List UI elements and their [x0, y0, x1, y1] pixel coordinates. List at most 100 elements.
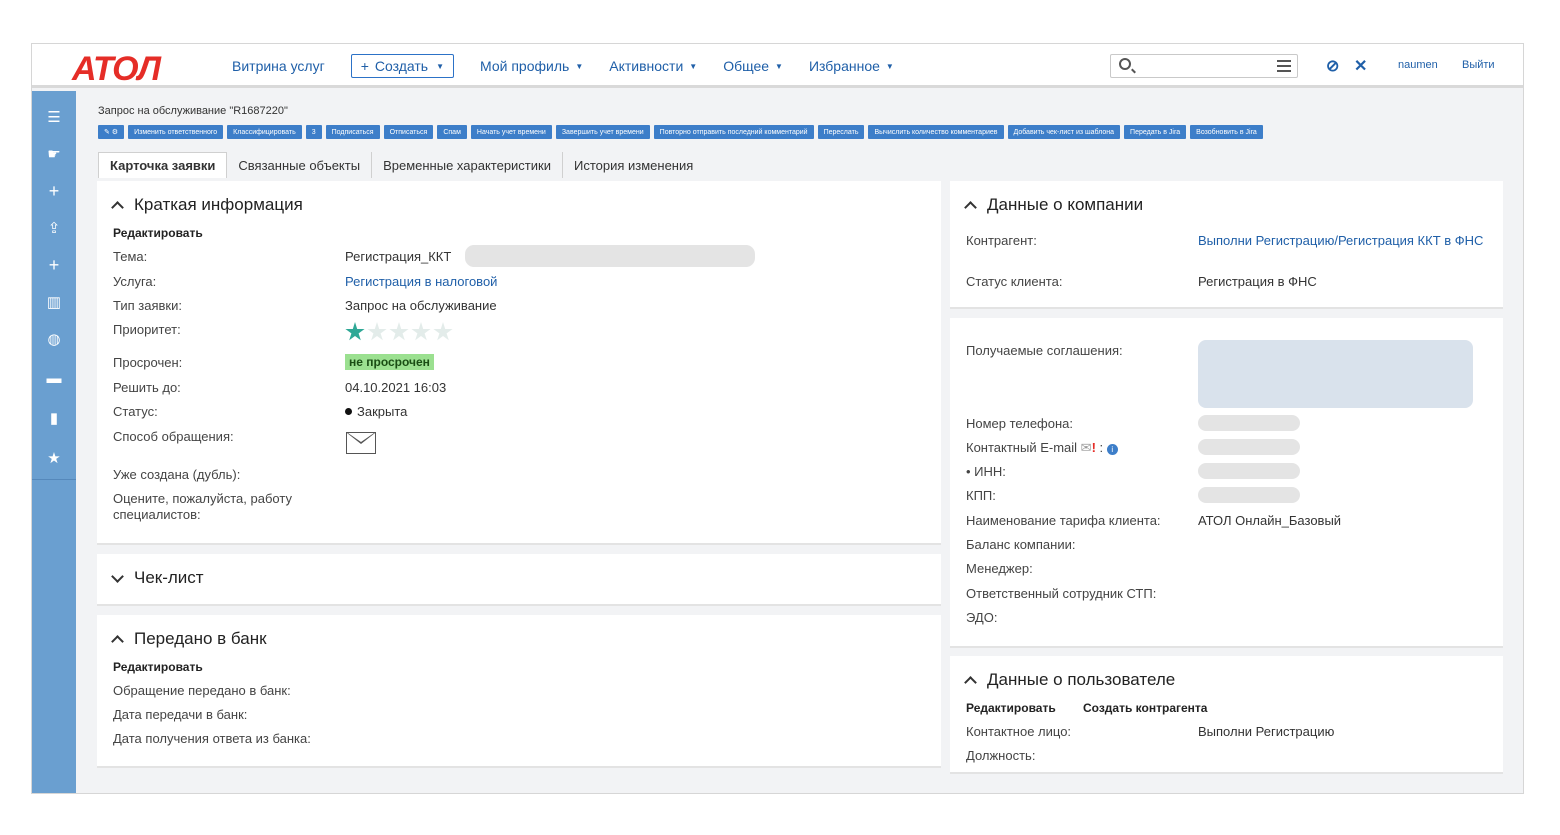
- left-sidebar: ☰ ☛ + ⇪ + ▥ ◍ ▬ ▮ ★: [32, 91, 76, 793]
- manager-label: Менеджер:: [966, 561, 1033, 576]
- eye-off-icon[interactable]: ⊘: [1326, 56, 1339, 76]
- type-value: Запрос на обслуживание: [345, 298, 497, 313]
- search-input[interactable]: [1139, 57, 1269, 75]
- status-dot-icon: [345, 408, 352, 415]
- subject-label: Тема:: [113, 249, 148, 264]
- atol-logo[interactable]: ATOЛ: [72, 50, 161, 89]
- toolbar-resume-jira-button[interactable]: Возобновить в Jira: [1190, 125, 1263, 139]
- bank-edit-link[interactable]: Редактировать: [113, 660, 203, 674]
- monitor-icon[interactable]: ▬: [32, 360, 76, 396]
- user-toggle[interactable]: Данные о пользователе: [964, 670, 1175, 690]
- toolbar-resend-comment-button[interactable]: Повторно отправить последний комментарий: [653, 125, 814, 139]
- brief-info-toggle[interactable]: Краткая информация: [111, 195, 303, 215]
- toolbar-count-comments-button[interactable]: Вычислить количество комментариев: [868, 125, 1004, 139]
- globe-icon[interactable]: ◍: [32, 321, 76, 357]
- subject-value: Регистрация_ККТ: [345, 249, 452, 264]
- overdue-label: Просрочен:: [113, 355, 183, 370]
- search-icon: [1119, 58, 1131, 70]
- tariff-label: Наименование тарифа клиента:: [966, 513, 1161, 528]
- priority-stars[interactable]: [345, 322, 453, 342]
- user-edit-link[interactable]: Редактировать: [966, 701, 1056, 715]
- toolbar-count-button[interactable]: 3: [305, 125, 322, 139]
- status-value: Закрыта: [345, 404, 407, 419]
- edo-label: ЭДО:: [966, 610, 998, 625]
- nav-my-profile[interactable]: Мой профиль ▼: [480, 58, 583, 74]
- user-name-link[interactable]: naumen: [1398, 59, 1438, 71]
- chevron-up-icon: [111, 200, 124, 214]
- export-icon[interactable]: ⇪: [32, 210, 76, 246]
- search-box: [1110, 54, 1298, 78]
- toolbar-add-checklist-button[interactable]: Добавить чек-лист из шаблона: [1007, 125, 1121, 139]
- toolbar-subscribe-button[interactable]: Подписаться: [325, 125, 380, 139]
- plus-icon[interactable]: +: [32, 173, 76, 209]
- email-envelope-icon: [346, 432, 376, 454]
- info-icon[interactable]: i: [1106, 444, 1118, 455]
- filter-settings-icon[interactable]: [1277, 60, 1291, 72]
- caret-down-icon: ▼: [775, 61, 783, 71]
- company-panel: Данные о компании Контрагент: Выполни Ре…: [950, 181, 1503, 309]
- inn-label: • ИНН:: [966, 464, 1006, 479]
- toolbar-edit-settings-button[interactable]: ✎ ⚙: [98, 125, 125, 139]
- book-icon[interactable]: ▮: [32, 400, 76, 436]
- bank-date-label: Дата передачи в банк:: [113, 707, 248, 722]
- rate-label: Оцените, пожалуйста, работу специалистов…: [113, 491, 292, 522]
- brief-edit-link[interactable]: Редактировать: [113, 226, 203, 240]
- pointer-icon[interactable]: ☛: [32, 136, 76, 172]
- kpp-redacted: [1198, 487, 1300, 503]
- tab-change-history[interactable]: История изменения: [563, 152, 704, 178]
- tab-time-characteristics[interactable]: Временные характеристики: [372, 152, 563, 178]
- breadcrumb: Запрос на обслуживание "R1687220": [98, 105, 288, 117]
- main-nav: Витрина услуг + Создать ▼ Мой профиль ▼ Акт…: [232, 44, 920, 88]
- top-header: ATOЛ Витрина услуг + Создать ▼ Мой профиль…: [32, 44, 1523, 88]
- priority-star-icon[interactable]: [389, 322, 409, 341]
- toolbar-send-jira-button[interactable]: Передать в Jira: [1124, 125, 1187, 139]
- phone-redacted: [1198, 415, 1300, 431]
- nav-showcase[interactable]: Витрина услуг: [232, 58, 325, 74]
- create-counterparty-link[interactable]: Создать контрагента: [1083, 701, 1207, 715]
- redacted-block: [465, 245, 755, 267]
- toolbar-classify-button[interactable]: Классифицировать: [227, 125, 302, 139]
- bank-toggle[interactable]: Передано в банк: [111, 629, 267, 649]
- chevron-up-icon: [964, 200, 977, 214]
- plus-icon[interactable]: +: [32, 247, 76, 283]
- toolbar-unsubscribe-button[interactable]: Отписаться: [383, 125, 434, 139]
- chart-icon[interactable]: ▥: [32, 284, 76, 320]
- client-status-label: Статус клиента:: [966, 274, 1063, 289]
- checklist-toggle[interactable]: Чек-лист: [111, 568, 204, 588]
- bank-panel: Передано в банк Редактировать Обращение …: [97, 615, 941, 768]
- bank-sent-label: Обращение передано в банк:: [113, 683, 291, 698]
- logout-link[interactable]: Выйти: [1462, 59, 1495, 71]
- toolbar-start-time-button[interactable]: Начать учет времени: [470, 125, 552, 139]
- toolbar-spam-button[interactable]: Спам: [437, 125, 467, 139]
- caret-down-icon: ▼: [436, 61, 445, 71]
- counterparty-link[interactable]: Выполни Регистрацию/Регистрация ККТ в ФН…: [1198, 233, 1488, 249]
- priority-star-icon[interactable]: [411, 322, 431, 341]
- due-value: 04.10.2021 16:03: [345, 380, 447, 395]
- nav-activities[interactable]: Активности ▼: [609, 58, 697, 74]
- status-label: Статус:: [113, 404, 158, 419]
- priority-star-icon[interactable]: [433, 322, 453, 341]
- priority-star-icon[interactable]: [367, 322, 387, 341]
- mail-icon: ✉: [1080, 440, 1092, 455]
- service-link[interactable]: Регистрация в налоговой: [345, 274, 497, 289]
- priority-star-icon[interactable]: [345, 322, 365, 341]
- overdue-badge: не просрочен: [345, 354, 434, 370]
- brief-info-panel: Краткая информация Редактировать Тема: Р…: [97, 181, 941, 545]
- star-icon[interactable]: ★: [32, 440, 76, 476]
- create-button[interactable]: + Создать ▼: [350, 54, 455, 78]
- toolbar-stop-time-button[interactable]: Завершить учет времени: [555, 125, 650, 139]
- caret-down-icon: ▼: [689, 61, 698, 71]
- toolbar-change-responsible-button[interactable]: Изменить ответственного: [128, 125, 224, 139]
- caret-down-icon: ▼: [575, 61, 584, 71]
- client-status-value: Регистрация в ФНС: [1198, 274, 1317, 289]
- nav-general[interactable]: Общее ▼: [723, 58, 783, 74]
- email-redacted: [1198, 439, 1300, 455]
- tab-card[interactable]: Карточка заявки: [98, 152, 228, 178]
- company-toggle[interactable]: Данные о компании: [964, 195, 1143, 215]
- tools-icon[interactable]: ✕: [1354, 56, 1367, 76]
- contact-label: Контактное лицо:: [966, 724, 1072, 739]
- toolbar-forward-button[interactable]: Переслать: [817, 125, 865, 139]
- nav-favorites[interactable]: Избранное ▼: [809, 58, 894, 74]
- menu-icon[interactable]: ☰: [32, 99, 76, 135]
- tab-related-objects[interactable]: Связанные объекты: [227, 152, 373, 178]
